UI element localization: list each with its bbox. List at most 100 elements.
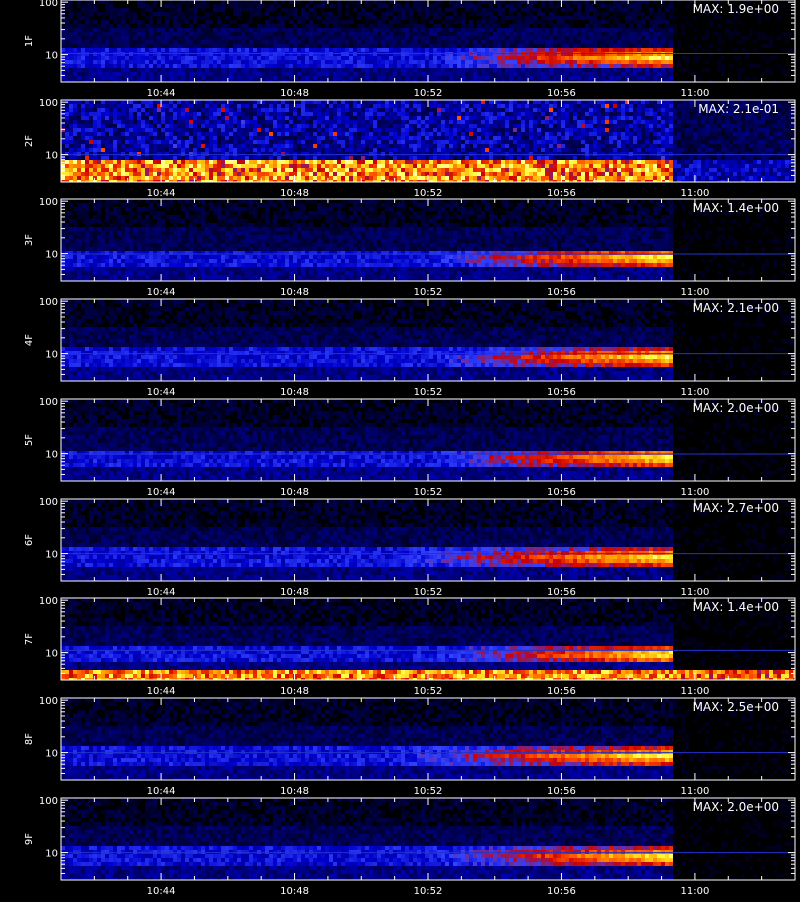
heatmap-cell bbox=[557, 60, 561, 64]
heatmap-cell bbox=[133, 160, 137, 164]
heatmap-cell bbox=[433, 24, 437, 28]
heatmap-cell bbox=[157, 48, 161, 52]
heatmap-cell bbox=[649, 28, 653, 32]
heatmap-cell bbox=[665, 52, 669, 56]
heatmap-cell bbox=[177, 36, 181, 40]
heatmap-cell bbox=[201, 32, 205, 36]
heatmap-cell bbox=[561, 36, 565, 40]
heatmap-cell bbox=[445, 32, 449, 36]
heatmap-cell bbox=[645, 56, 649, 60]
heatmap-cell bbox=[249, 128, 253, 132]
heatmap-cell bbox=[73, 28, 77, 32]
heatmap-cell bbox=[621, 60, 625, 64]
heatmap-cell bbox=[605, 8, 609, 12]
heatmap-cell bbox=[485, 12, 489, 16]
heatmap-cell bbox=[449, 72, 453, 76]
heatmap-cell bbox=[101, 120, 105, 124]
heatmap-cell bbox=[609, 76, 613, 80]
heatmap-cell bbox=[497, 8, 501, 12]
heatmap-cell bbox=[69, 160, 73, 164]
heatmap-cell bbox=[241, 104, 245, 108]
heatmap-cell bbox=[217, 164, 221, 168]
heatmap-cell bbox=[189, 148, 193, 152]
heatmap-cell bbox=[461, 52, 465, 56]
heatmap-cell bbox=[457, 56, 461, 60]
heatmap-cell bbox=[541, 64, 545, 68]
heatmap-cell bbox=[65, 52, 69, 56]
heatmap-cell bbox=[617, 40, 621, 44]
heatmap-cell bbox=[369, 44, 373, 48]
heatmap-cell bbox=[229, 76, 233, 80]
heatmap-cell bbox=[137, 144, 141, 148]
heatmap-cell bbox=[609, 16, 613, 20]
heatmap-cell bbox=[309, 48, 313, 52]
heatmap-cell bbox=[265, 48, 269, 52]
heatmap-cell bbox=[493, 24, 497, 28]
heatmap-cell bbox=[521, 56, 525, 60]
heatmap-cell bbox=[61, 124, 65, 128]
heatmap-cell bbox=[605, 64, 609, 68]
heatmap-cell bbox=[309, 64, 313, 68]
heatmap-cell bbox=[585, 12, 589, 16]
heatmap-cell bbox=[201, 8, 205, 12]
heatmap-cell bbox=[245, 148, 249, 152]
heatmap-cell bbox=[337, 24, 341, 28]
heatmap-cell bbox=[261, 128, 265, 132]
heatmap-cell bbox=[541, 24, 545, 28]
heatmap-cell bbox=[525, 56, 529, 60]
heatmap-cell bbox=[445, 76, 449, 80]
heatmap-cell bbox=[221, 128, 225, 132]
heatmap-cell bbox=[485, 48, 489, 52]
heatmap-cell bbox=[321, 48, 325, 52]
heatmap-cell bbox=[245, 136, 249, 140]
heatmap-cell bbox=[461, 12, 465, 16]
heatmap-cell bbox=[229, 4, 233, 8]
heatmap-cell bbox=[593, 44, 597, 48]
heatmap-cell bbox=[253, 4, 257, 8]
heatmap-cell bbox=[377, 28, 381, 32]
heatmap-cell bbox=[417, 72, 421, 76]
heatmap-cell bbox=[261, 148, 265, 152]
heatmap-cell bbox=[201, 48, 205, 52]
heatmap-cell bbox=[169, 76, 173, 80]
heatmap-cell bbox=[157, 116, 161, 120]
heatmap-cell bbox=[401, 48, 405, 52]
heatmap-cell bbox=[557, 44, 561, 48]
heatmap-cell bbox=[161, 12, 165, 16]
heatmap-cell bbox=[709, 20, 713, 24]
heatmap-cell bbox=[393, 60, 397, 64]
heatmap-cell bbox=[489, 52, 493, 56]
heatmap-cell bbox=[401, 60, 405, 64]
heatmap-cell bbox=[117, 164, 121, 168]
heatmap-cell bbox=[581, 40, 585, 44]
heatmap-cell bbox=[101, 140, 105, 144]
heatmap-cell bbox=[261, 56, 265, 60]
heatmap-cell bbox=[217, 60, 221, 64]
heatmap-cell bbox=[737, 20, 741, 24]
heatmap-cell bbox=[109, 40, 113, 44]
heatmap-cell bbox=[237, 176, 241, 180]
heatmap-cell bbox=[129, 160, 133, 164]
heatmap-cell bbox=[137, 64, 141, 68]
heatmap-cell bbox=[205, 0, 209, 4]
heatmap-cell bbox=[217, 140, 221, 144]
heatmap-cell bbox=[497, 52, 501, 56]
heatmap-cell bbox=[501, 20, 505, 24]
heatmap-cell bbox=[305, 56, 309, 60]
heatmap-cell bbox=[69, 48, 73, 52]
heatmap-cell bbox=[229, 52, 233, 56]
heatmap-cell bbox=[185, 164, 189, 168]
heatmap-cell bbox=[69, 36, 73, 40]
heatmap-cell bbox=[249, 132, 253, 136]
heatmap-cell bbox=[269, 112, 273, 116]
heatmap-cell bbox=[521, 0, 525, 4]
heatmap-cell bbox=[221, 140, 225, 144]
heatmap-cell bbox=[237, 152, 241, 156]
heatmap-cell bbox=[93, 44, 97, 48]
heatmap-cell bbox=[109, 128, 113, 132]
heatmap-cell bbox=[641, 32, 645, 36]
heatmap-cell bbox=[69, 72, 73, 76]
heatmap-cell bbox=[413, 60, 417, 64]
heatmap-cell bbox=[97, 108, 101, 112]
heatmap-cell bbox=[189, 56, 193, 60]
